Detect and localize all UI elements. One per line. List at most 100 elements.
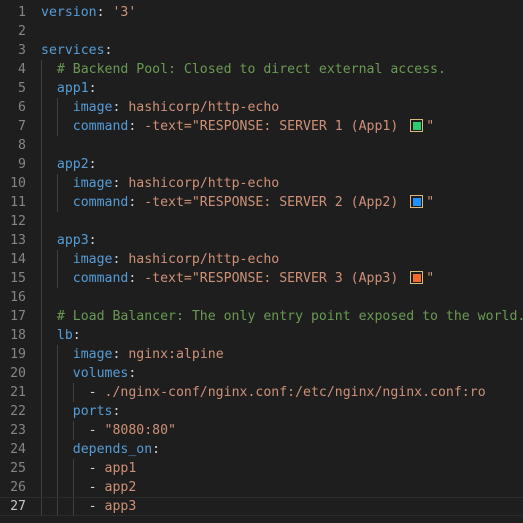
- code-token: # Load Balancer: The only entry point ex…: [56, 309, 523, 324]
- code-token: -: [88, 499, 105, 514]
- code-line[interactable]: 5 app1:: [0, 79, 523, 98]
- code-line[interactable]: 15 command: -text="RESPONSE: SERVER 3 (A…: [0, 269, 523, 288]
- code-token: :: [112, 252, 129, 267]
- code-line[interactable]: 3 services:: [0, 41, 523, 60]
- line-number: 24: [10, 442, 26, 457]
- line-code: command: -text="RESPONSE: SERVER 1 (App1…: [41, 117, 434, 136]
- code-token: :: [112, 347, 129, 362]
- code-token: :: [128, 271, 145, 286]
- line-number: 18: [10, 328, 26, 343]
- color-swatch[interactable]: [410, 119, 424, 132]
- code-line[interactable]: 17 # Load Balancer: The only entry point…: [0, 307, 523, 326]
- code-line[interactable]: 9 app2:: [0, 155, 523, 174]
- code-token: nginx:alpine: [128, 347, 224, 362]
- code-line[interactable]: 22 ports:: [0, 402, 523, 421]
- code-token: app1: [104, 461, 137, 476]
- code-line[interactable]: 21 - ./nginx-conf/nginx.conf:/etc/nginx/…: [0, 383, 523, 402]
- code-token: command: [72, 195, 129, 210]
- line-code: image: hashicorp/http-echo: [41, 98, 279, 117]
- line-number: 10: [10, 176, 26, 191]
- code-line[interactable]: 1 version: '3': [0, 3, 523, 22]
- code-token: :: [112, 404, 121, 419]
- line-code: - ./nginx-conf/nginx.conf:/etc/nginx/ngi…: [41, 383, 486, 402]
- line-code: image: hashicorp/http-echo: [41, 250, 279, 269]
- code-token: :: [88, 233, 97, 248]
- line-code: - app1: [41, 459, 137, 478]
- line-number: 1: [18, 5, 26, 20]
- line-number: 23: [10, 423, 26, 438]
- line-code: services:: [41, 41, 112, 60]
- code-line[interactable]: 12: [0, 212, 523, 231]
- code-token: :: [112, 176, 129, 191]
- code-token: -text="RESPONSE: SERVER 3 (App3): [144, 271, 407, 286]
- code-line[interactable]: 18 lb:: [0, 326, 523, 345]
- code-line[interactable]: 7 command: -text="RESPONSE: SERVER 1 (Ap…: [0, 117, 523, 136]
- line-code: # Backend Pool: Closed to direct externa…: [41, 60, 446, 79]
- line-code: ports:: [41, 402, 121, 421]
- code-line[interactable]: 16: [0, 288, 523, 307]
- code-line[interactable]: 13 app3:: [0, 231, 523, 250]
- code-token: :: [96, 5, 113, 20]
- color-swatch[interactable]: [410, 271, 424, 284]
- line-number: 15: [10, 271, 26, 286]
- code-line[interactable]: 10 image: hashicorp/http-echo: [0, 174, 523, 193]
- code-token: -text="RESPONSE: SERVER 1 (App1): [144, 119, 407, 134]
- line-number: 9: [18, 157, 26, 172]
- code-line[interactable]: 8: [0, 136, 523, 155]
- line-number: 19: [10, 347, 26, 362]
- code-line[interactable]: 6 image: hashicorp/http-echo: [0, 98, 523, 117]
- code-token: :: [152, 442, 161, 457]
- code-token: ": [426, 195, 435, 210]
- line-number: 3: [18, 43, 26, 58]
- line-number: 17: [10, 309, 26, 324]
- line-number: 11: [10, 195, 26, 210]
- code-line[interactable]: 25 - app1: [0, 459, 523, 478]
- line-code: # Load Balancer: The only entry point ex…: [41, 307, 523, 326]
- code-line[interactable]: 4 # Backend Pool: Closed to direct exter…: [0, 60, 523, 79]
- code-token: ": [426, 119, 435, 134]
- line-code: - "8080:80": [41, 421, 176, 440]
- code-line[interactable]: 23 - "8080:80": [0, 421, 523, 440]
- code-token: ports: [72, 404, 113, 419]
- line-number: 12: [10, 214, 26, 229]
- code-line[interactable]: 26 - app2: [0, 478, 523, 497]
- code-line[interactable]: 11 command: -text="RESPONSE: SERVER 2 (A…: [0, 193, 523, 212]
- code-line[interactable]: 19 image: nginx:alpine: [0, 345, 523, 364]
- code-token: :: [88, 157, 97, 172]
- code-editor[interactable]: 1 version: '3' 2 3 services: 4 # Backend Pool…: [0, 0, 523, 523]
- code-token: app2: [104, 480, 137, 495]
- line-code: image: nginx:alpine: [41, 345, 224, 364]
- line-number: 25: [10, 461, 26, 476]
- code-token: :: [128, 119, 145, 134]
- code-line[interactable]: 24 depends_on:: [0, 440, 523, 459]
- code-token: :: [112, 100, 129, 115]
- line-number: 14: [10, 252, 26, 267]
- code-line[interactable]: 14 image: hashicorp/http-echo: [0, 250, 523, 269]
- line-code: depends_on:: [41, 440, 160, 459]
- code-token: -: [88, 461, 105, 476]
- code-line[interactable]: 2: [0, 22, 523, 41]
- line-code: - app2: [41, 478, 137, 497]
- code-token: :: [104, 43, 113, 58]
- code-token: app3: [56, 233, 89, 248]
- line-code: command: -text="RESPONSE: SERVER 2 (App2…: [41, 193, 434, 212]
- color-swatch[interactable]: [410, 195, 424, 208]
- code-token: hashicorp/http-echo: [128, 176, 280, 191]
- code-token: image: [72, 347, 113, 362]
- code-line[interactable]: 27 - app3: [0, 497, 523, 516]
- code-line[interactable]: 20 volumes:: [0, 364, 523, 383]
